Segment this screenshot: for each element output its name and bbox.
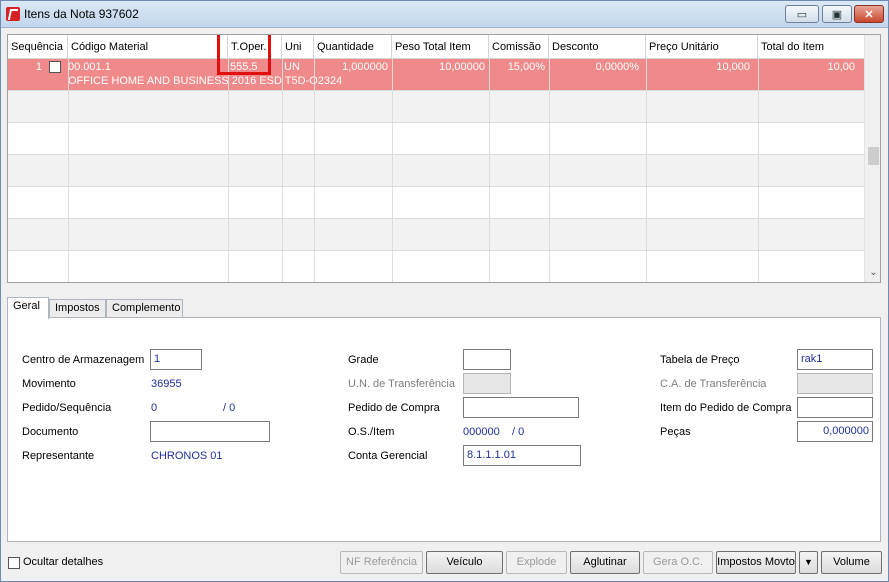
aglutinar-button[interactable]: Aglutinar	[570, 551, 640, 574]
tab-geral[interactable]: Geral	[7, 297, 49, 319]
documento-label: Documento	[22, 426, 79, 438]
cell-uni: UN	[284, 61, 300, 73]
close-icon: ✕	[864, 8, 874, 21]
column-divider	[758, 59, 759, 282]
ocultar-detalhes-label[interactable]: Ocultar detalhes	[23, 556, 103, 568]
window-title: Itens da Nota 937602	[24, 7, 139, 21]
cell-desconto: 0,0000%	[595, 61, 639, 73]
representante-label: Representante	[22, 450, 95, 462]
tabela-preco-field[interactable]: rak1	[797, 349, 873, 370]
veiculo-button[interactable]: Veículo	[426, 551, 503, 574]
table-row[interactable]	[8, 219, 864, 251]
cell-peso: 10,00000	[439, 61, 485, 73]
column-divider	[68, 59, 69, 282]
ca-transferencia-label: C.A. de Transferência	[660, 378, 767, 390]
col-header-preco-unitario[interactable]: Preço Unitário	[646, 35, 758, 59]
col-header-toper[interactable]: T.Oper.	[228, 35, 282, 59]
col-header-codigo-material[interactable]: Código Material	[68, 35, 228, 59]
centro-armazenagem-field[interactable]: 1	[150, 349, 202, 370]
item-pedido-compra-field[interactable]	[797, 397, 873, 418]
minimize-icon: ▭	[796, 8, 808, 21]
pedido-compra-label: Pedido de Compra	[348, 402, 440, 414]
col-header-uni[interactable]: Uni	[282, 35, 314, 59]
app-logo-icon	[6, 7, 20, 21]
un-transferencia-field	[463, 373, 511, 394]
sequencia-value: / 0	[223, 402, 236, 414]
restore-icon: ▣	[831, 8, 843, 21]
cell-seq: 1	[35, 61, 42, 73]
grid-header: Sequência Código Material T.Oper. Uni Qu…	[8, 35, 864, 59]
grade-field[interactable]	[463, 349, 511, 370]
impostos-dropdown-button[interactable]: ▼	[799, 551, 818, 574]
cell-quantidade: 1,000000	[342, 61, 388, 73]
chevron-down-icon: ▼	[804, 557, 813, 567]
grade-label: Grade	[348, 354, 379, 366]
close-button[interactable]: ✕	[854, 5, 884, 23]
ocultar-detalhes-checkbox[interactable]	[8, 557, 20, 569]
conta-gerencial-field[interactable]: 8.1.1.1.01	[463, 445, 581, 466]
cell-preco: 10,000	[716, 61, 750, 73]
col-header-sequencia[interactable]: Sequência	[8, 35, 68, 59]
tab-impostos[interactable]: Impostos	[49, 299, 106, 318]
grid-vertical-scrollbar[interactable]: ⌄	[864, 35, 880, 282]
table-row[interactable]	[8, 251, 864, 282]
title-bar: Itens da Nota 937602 ▭ ▣ ✕	[1, 1, 888, 28]
ca-transferencia-field	[797, 373, 873, 394]
table-row[interactable]	[8, 155, 864, 187]
cell-descricao: OFFICE HOME AND BUSINESS 2016 ESD T5D-O2…	[68, 75, 343, 87]
cell-codigo: 00.001.1	[68, 61, 111, 73]
os-item-value: / 0	[512, 426, 525, 438]
impostos-movto-button[interactable]: Impostos Movto	[716, 551, 796, 574]
representante-value: CHRONOS 01	[151, 450, 223, 462]
column-divider	[392, 59, 393, 282]
un-transferencia-label: U.N. de Transferência	[348, 378, 455, 390]
item-dialog-window: Itens da Nota 937602 ▭ ▣ ✕ Sequência Cód…	[0, 0, 889, 582]
col-header-quantidade[interactable]: Quantidade	[314, 35, 392, 59]
cell-toper: 555.5	[230, 61, 258, 73]
tab-complemento[interactable]: Complemento	[106, 299, 183, 318]
item-pedido-compra-label: Item do Pedido de Compra	[660, 402, 792, 414]
pedido-value: 0	[151, 402, 158, 414]
column-divider	[314, 59, 315, 282]
col-header-comissao[interactable]: Comissão	[489, 35, 549, 59]
scrollbar-thumb[interactable]	[868, 147, 879, 165]
volume-button[interactable]: Volume	[821, 551, 882, 574]
restore-button[interactable]: ▣	[822, 5, 852, 23]
documento-field[interactable]	[150, 421, 270, 442]
pecas-field[interactable]: 0,000000	[797, 421, 873, 442]
pecas-label: Peças	[660, 426, 691, 438]
row-checkbox[interactable]	[49, 61, 61, 73]
column-divider	[549, 59, 550, 282]
column-divider	[646, 59, 647, 282]
col-header-desconto[interactable]: Desconto	[549, 35, 646, 59]
nf-referencia-button[interactable]: NF Referência	[340, 551, 423, 574]
items-grid[interactable]: Sequência Código Material T.Oper. Uni Qu…	[7, 34, 881, 283]
table-row[interactable]: 1 00.001.1 555.5 UN 1,000000 10,00000 15…	[8, 59, 864, 91]
cell-comissao: 15,00%	[507, 61, 545, 73]
os-value: 000000	[463, 426, 500, 438]
column-divider	[489, 59, 490, 282]
table-row[interactable]	[8, 91, 864, 123]
movimento-value: 36955	[151, 378, 182, 390]
conta-gerencial-label: Conta Gerencial	[348, 450, 428, 462]
scroll-down-icon[interactable]: ⌄	[865, 265, 880, 281]
centro-armazenagem-label: Centro de Armazenagem	[22, 354, 145, 366]
tabela-preco-label: Tabela de Preço	[660, 354, 740, 366]
cell-total: 10,00	[827, 61, 855, 73]
table-row[interactable]	[8, 123, 864, 155]
table-row[interactable]	[8, 187, 864, 219]
gera-oc-button[interactable]: Gera O.C.	[643, 551, 713, 574]
tab-panel-geral	[7, 317, 881, 542]
col-header-peso-total[interactable]: Peso Total Item	[392, 35, 489, 59]
column-divider	[282, 59, 283, 282]
column-divider	[228, 59, 229, 282]
minimize-button[interactable]: ▭	[785, 5, 819, 23]
explode-button[interactable]: Explode	[506, 551, 567, 574]
movimento-label: Movimento	[22, 378, 76, 390]
pedido-compra-field[interactable]	[463, 397, 579, 418]
os-item-label: O.S./Item	[348, 426, 395, 438]
col-header-total-item[interactable]: Total do Item	[758, 35, 864, 59]
pedido-sequencia-label: Pedido/Sequência	[22, 402, 112, 414]
